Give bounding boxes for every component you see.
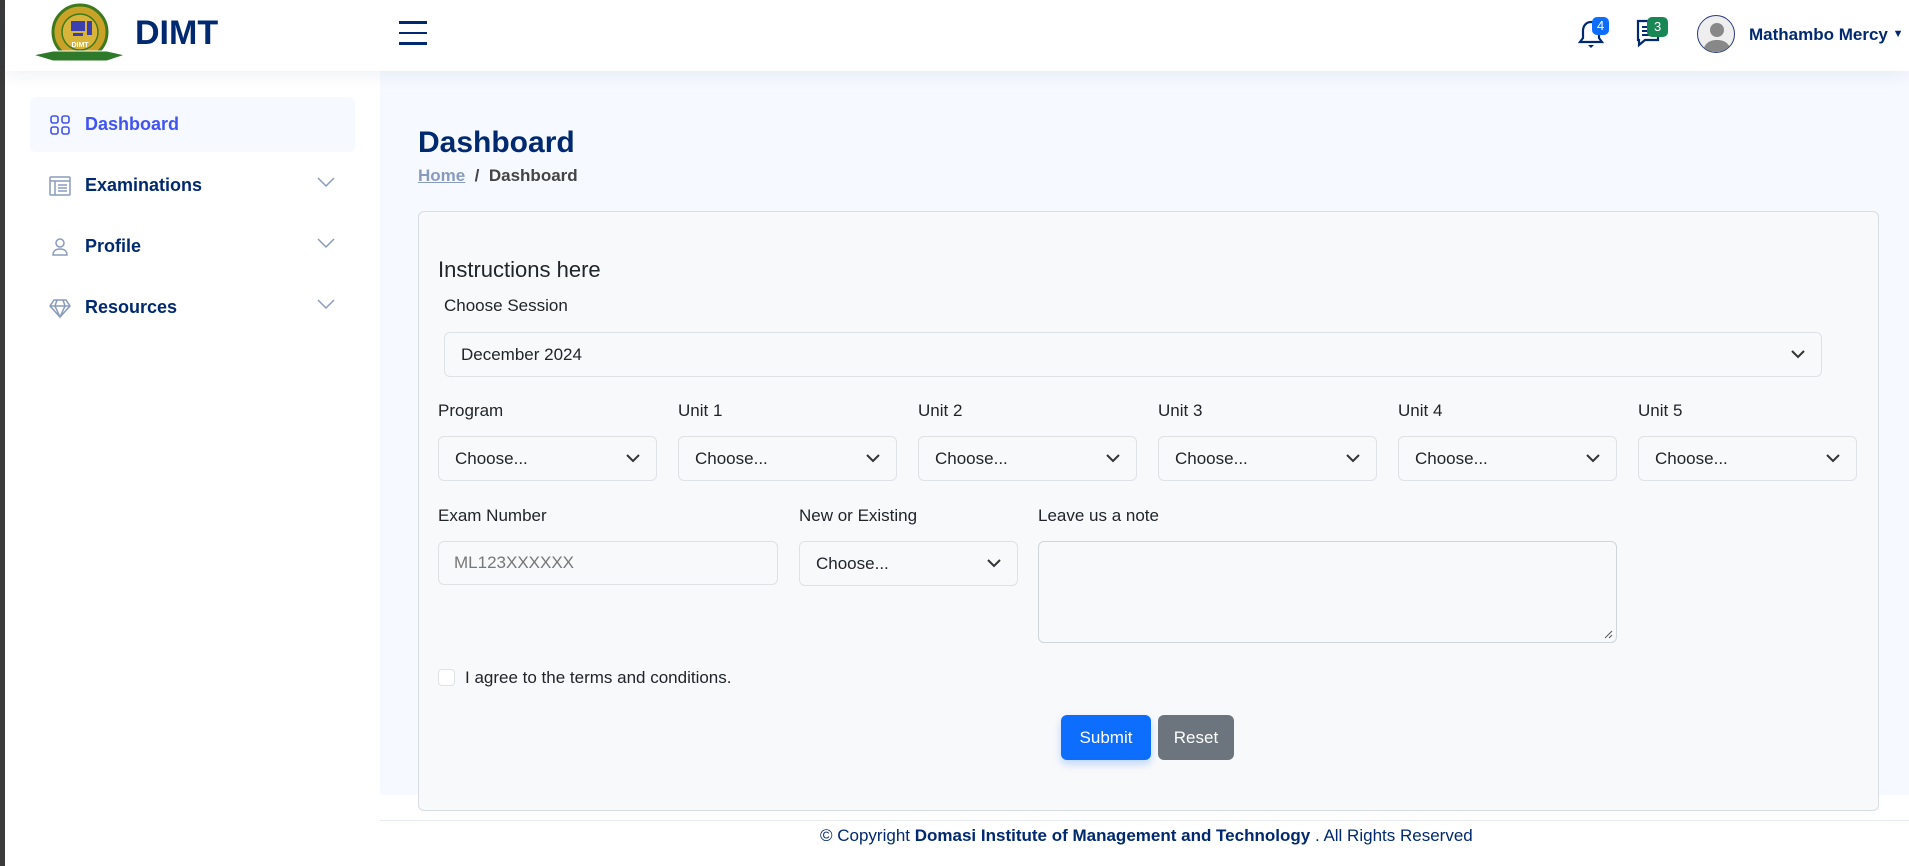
chevron-down-icon xyxy=(1586,454,1600,463)
session-select[interactable]: December 2024 xyxy=(444,332,1822,377)
breadcrumb-current: Dashboard xyxy=(488,166,578,185)
user-name: Mathambo Mercy xyxy=(1749,25,1888,44)
field-label: Unit 5 xyxy=(1638,401,1683,420)
unit-2-select[interactable]: Choose... xyxy=(918,436,1137,481)
chevron-down-icon xyxy=(1106,454,1120,463)
chevron-down-icon xyxy=(626,454,640,463)
select-value: Choose... xyxy=(455,448,528,468)
session-value: December 2024 xyxy=(461,344,582,364)
select-value: Choose... xyxy=(695,448,768,468)
select-value: Choose... xyxy=(935,448,1008,468)
note-textarea[interactable] xyxy=(1038,541,1617,643)
sidebar-item-dashboard[interactable]: Dashboard xyxy=(30,97,355,152)
submit-button[interactable]: Submit xyxy=(1061,715,1151,760)
unit-3-select[interactable]: Choose... xyxy=(1158,436,1377,481)
new-existing-label: New or Existing xyxy=(799,506,918,525)
svg-text:DIMT: DIMT xyxy=(71,42,89,49)
chevron-down-icon xyxy=(1791,350,1805,359)
messages-badge: 3 xyxy=(1647,17,1669,37)
user-menu[interactable]: Mathambo Mercy ▼ xyxy=(1749,25,1904,45)
page-title: Dashboard xyxy=(418,126,575,159)
caret-down-icon: ▼ xyxy=(1892,28,1904,40)
chevron-down-icon xyxy=(317,238,335,249)
breadcrumb: Home / Dashboard xyxy=(418,166,578,185)
field-label: Unit 2 xyxy=(918,401,963,420)
menu-toggle-icon[interactable] xyxy=(399,21,427,45)
footer: © Copyright Domasi Institute of Manageme… xyxy=(820,826,1473,846)
footer-divider xyxy=(380,820,1909,821)
reset-button[interactable]: Reset xyxy=(1158,715,1234,760)
new-existing-select[interactable]: Choose... xyxy=(799,541,1018,586)
select-value: Choose... xyxy=(1415,448,1488,468)
field-label: Unit 4 xyxy=(1398,401,1443,420)
grid-icon xyxy=(49,114,71,136)
sidebar-item-label: Dashboard xyxy=(85,114,180,134)
note-label: Leave us a note xyxy=(1038,506,1159,525)
brand-name[interactable]: DIMT xyxy=(135,14,218,53)
chevron-down-icon xyxy=(317,299,335,310)
sidebar-item-label: Examinations xyxy=(85,175,203,195)
chevron-down-icon xyxy=(987,559,1001,568)
chevron-down-icon xyxy=(1826,454,1840,463)
unit-1-select[interactable]: Choose... xyxy=(678,436,897,481)
notifications-badge: 4 xyxy=(1592,17,1610,35)
breadcrumb-home-link[interactable]: Home xyxy=(418,166,465,185)
user-silhouette-icon xyxy=(1703,23,1731,52)
sidebar-item-examinations[interactable]: Examinations xyxy=(30,158,355,213)
field-label: Program xyxy=(438,401,504,420)
gem-icon xyxy=(49,297,71,319)
sidebar: Dashboard Examinations Profile Resources xyxy=(5,71,380,866)
sidebar-item-resources[interactable]: Resources xyxy=(30,280,355,335)
avatar[interactable] xyxy=(1697,15,1735,53)
sidebar-item-label: Resources xyxy=(85,297,178,317)
copyright-text: © Copyright xyxy=(820,826,911,845)
field-label: Unit 3 xyxy=(1158,401,1203,420)
new-existing-value: Choose... xyxy=(816,553,889,573)
select-value: Choose... xyxy=(1175,448,1248,468)
rights-text: . All Rights Reserved xyxy=(1314,826,1473,845)
chevron-down-icon xyxy=(317,177,335,188)
program-select[interactable]: Choose... xyxy=(438,436,657,481)
unit-4-select[interactable]: Choose... xyxy=(1398,436,1617,481)
terms-checkbox[interactable] xyxy=(438,669,455,686)
exam-number-input[interactable]: ML123XXXXXX xyxy=(438,541,778,585)
field-label: Unit 1 xyxy=(678,401,723,420)
dimt-logo[interactable]: DIMT xyxy=(31,3,127,65)
exam-form-card: Instructions here Choose Session Decembe… xyxy=(418,211,1879,811)
sidebar-item-label: Profile xyxy=(85,236,142,256)
exam-number-placeholder: ML123XXXXXX xyxy=(454,553,575,572)
sidebar-item-profile[interactable]: Profile xyxy=(30,219,355,274)
exam-number-label: Exam Number xyxy=(438,506,547,525)
header: DIMT DIMT 4 3 Mathambo Mercy ▼ xyxy=(5,0,1909,71)
layout-text-icon xyxy=(49,175,71,197)
select-value: Choose... xyxy=(1655,448,1728,468)
chevron-down-icon xyxy=(1346,454,1360,463)
instructions-heading: Instructions here xyxy=(438,257,601,282)
chevron-down-icon xyxy=(866,454,880,463)
terms-label[interactable]: I agree to the terms and conditions. xyxy=(465,668,732,688)
person-icon xyxy=(49,236,71,258)
unit-5-select[interactable]: Choose... xyxy=(1638,436,1857,481)
session-label: Choose Session xyxy=(444,296,568,315)
org-name: Domasi Institute of Management and Techn… xyxy=(914,826,1311,845)
resize-handle-icon[interactable] xyxy=(1604,630,1613,639)
